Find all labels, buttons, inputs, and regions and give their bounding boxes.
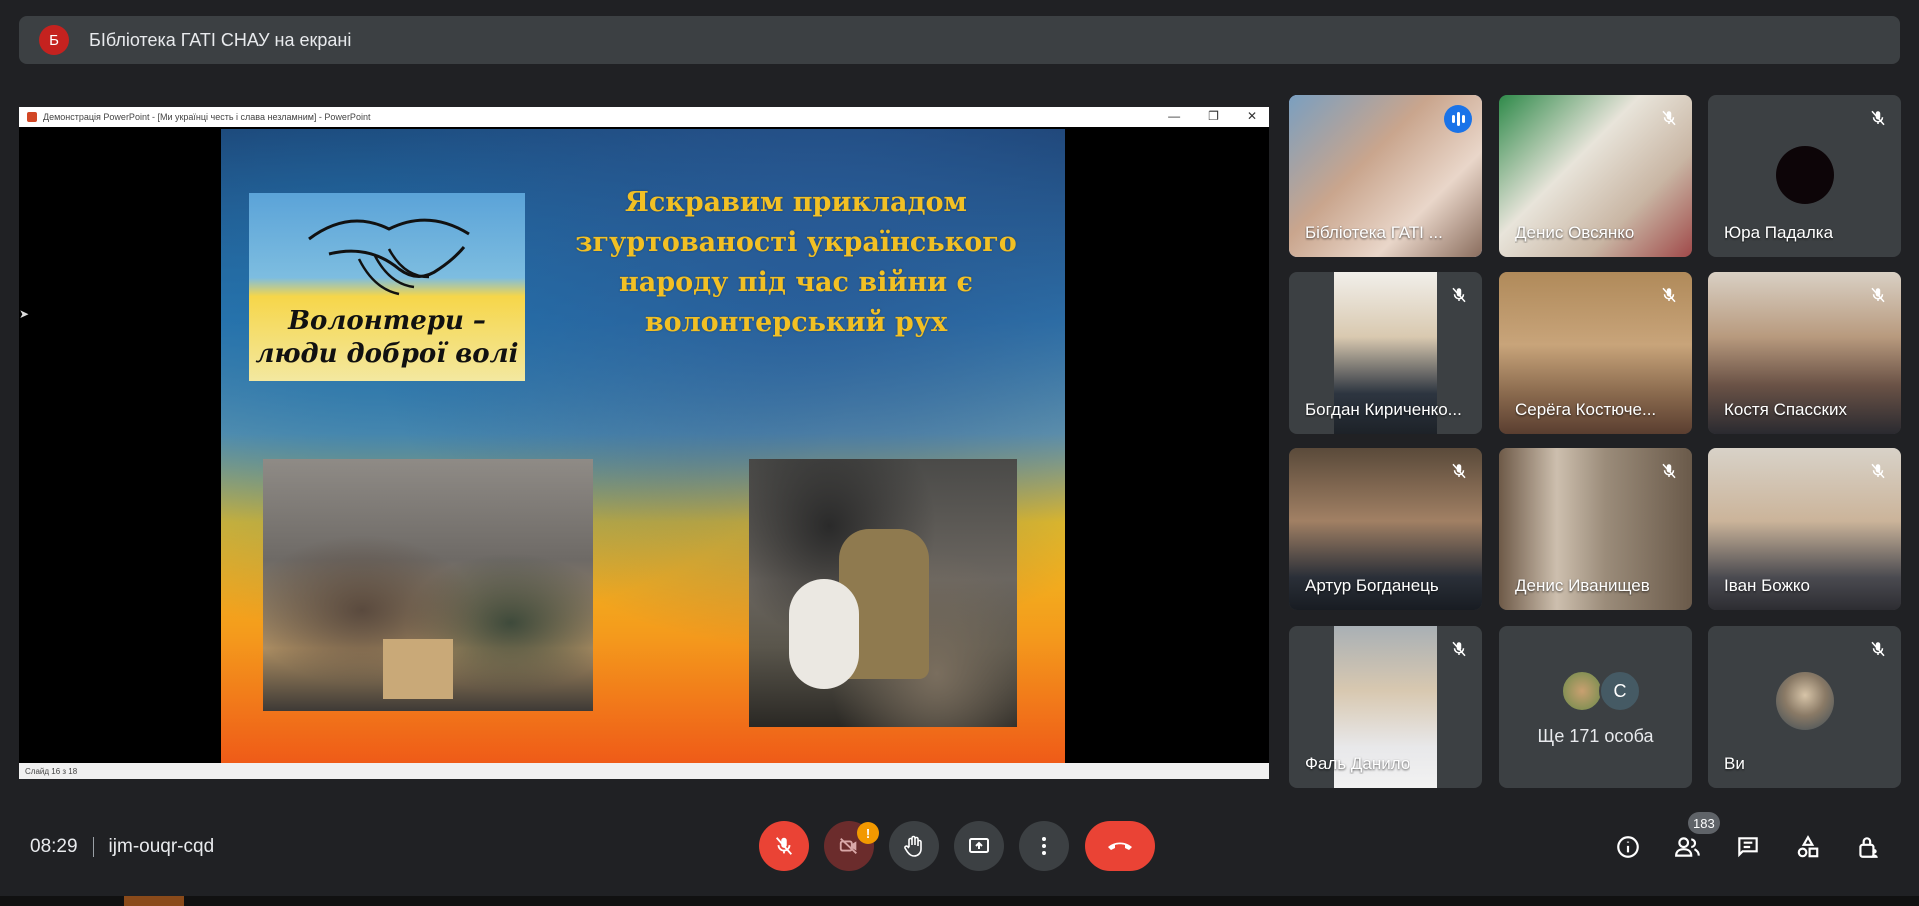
participant-tile[interactable]: Серёга Костюче... <box>1499 272 1692 434</box>
shared-screen[interactable]: Демонстрація PowerPoint - [Ми українці ч… <box>19 107 1269 779</box>
mouse-cursor-icon: ➤ <box>19 307 30 321</box>
close-icon: ✕ <box>1246 109 1257 123</box>
present-screen-button[interactable] <box>954 821 1004 871</box>
participant-tile[interactable]: Богдан Кириченко... <box>1289 272 1482 434</box>
other-avatar-letter: С <box>1599 670 1641 712</box>
mic-toggle-button[interactable] <box>759 821 809 871</box>
other-avatar <box>1561 670 1603 712</box>
activities-button[interactable] <box>1792 831 1824 863</box>
participant-tile[interactable]: Ви <box>1708 626 1901 788</box>
divider <box>92 837 94 857</box>
mic-off-icon <box>1656 282 1682 308</box>
people-button[interactable] <box>1672 831 1704 863</box>
presentation-slide: Волонтери – люди доброї волі Яскравим пр… <box>221 129 1065 763</box>
participant-name: Костя Спасских <box>1724 400 1847 419</box>
slide-headline: Яскравим прикладом згуртованості українс… <box>575 187 1017 338</box>
participant-tile[interactable]: Артур Богданець <box>1289 448 1482 610</box>
meeting-info: 08:29 ijm-ouqr-cqd <box>30 836 214 858</box>
lock-person-icon <box>1859 837 1878 858</box>
info-icon <box>1617 836 1639 858</box>
others-avatars: С <box>1561 670 1641 712</box>
restore-icon: ❐ <box>1208 109 1219 123</box>
end-call-icon <box>1108 842 1132 850</box>
presenting-title: БІбліотека ГАТІ СНАУ на екрані <box>89 29 352 50</box>
mic-off-icon <box>1865 458 1891 484</box>
more-options-button[interactable] <box>1019 821 1069 871</box>
dog-figure <box>789 579 859 689</box>
rescue-dog-photo <box>749 459 1017 727</box>
card-line-1: Волонтери – <box>288 306 486 336</box>
participant-avatar <box>1776 146 1834 204</box>
chat-icon <box>1738 837 1758 858</box>
powerpoint-icon <box>27 112 37 122</box>
participant-name: Бібліотека ГАТІ ... <box>1305 223 1443 242</box>
mic-off-icon <box>1446 458 1472 484</box>
mic-off-icon <box>1656 105 1682 131</box>
participant-name: Богдан Кириченко... <box>1305 400 1462 419</box>
powerpoint-titlebar: Демонстрація PowerPoint - [Ми українці ч… <box>19 107 1269 127</box>
participant-name: Юра Падалка <box>1724 223 1834 242</box>
participant-tile[interactable]: Іван Божко <box>1708 448 1901 610</box>
participant-name: Ви <box>1724 754 1745 773</box>
chat-button[interactable] <box>1732 831 1764 863</box>
meeting-code: ijm-ouqr-cqd <box>108 836 215 857</box>
participant-tile[interactable]: Денис Иванищев <box>1499 448 1692 610</box>
people-icon <box>1675 837 1700 857</box>
host-controls-button[interactable] <box>1852 831 1884 863</box>
slide-counter: Слайд 16 з 18 <box>25 766 78 776</box>
handshake-icon <box>308 218 470 296</box>
minimize-icon: — <box>1168 109 1181 123</box>
cardboard-box <box>383 639 453 699</box>
present-icon <box>969 838 989 853</box>
participant-tile[interactable]: Костя Спасских <box>1708 272 1901 434</box>
participant-name: Серёга Костюче... <box>1515 400 1657 419</box>
mic-off-icon <box>1446 282 1472 308</box>
leave-call-button[interactable] <box>1085 821 1155 871</box>
participant-name: Іван Божко <box>1724 576 1811 595</box>
presenter-avatar: Б <box>39 25 69 55</box>
card-line-2: люди доброї волі <box>255 339 519 369</box>
camera-warning-badge: ! <box>857 822 879 844</box>
mic-off-icon <box>775 837 793 855</box>
participant-name: Артур Богданець <box>1305 576 1439 595</box>
camera-off-icon <box>839 837 857 855</box>
powerpoint-statusbar: Слайд 16 з 18 <box>19 763 1269 779</box>
mic-off-icon <box>1446 636 1472 662</box>
mic-off-icon <box>1865 105 1891 131</box>
participant-name: Фаль Данило <box>1305 754 1411 773</box>
self-avatar <box>1776 672 1834 730</box>
mic-off-icon <box>1865 282 1891 308</box>
activities-icon <box>1797 835 1819 858</box>
presenting-banner: Б БІбліотека ГАТІ СНАУ на екрані <box>19 16 1900 64</box>
others-count-label: Ще 171 особа <box>1537 726 1654 746</box>
taskbar-app[interactable] <box>124 896 184 906</box>
mic-off-icon <box>1656 458 1682 484</box>
participant-tile[interactable]: Фаль Данило <box>1289 626 1482 788</box>
mic-off-icon <box>1865 636 1891 662</box>
participant-tile[interactable]: С Ще 171 особа <box>1499 626 1692 788</box>
participant-name: Денис Овсянко <box>1515 223 1635 242</box>
volunteers-photo <box>263 459 593 711</box>
participant-tile[interactable]: Юра Падалка <box>1708 95 1901 257</box>
volunteers-card: Волонтери – люди доброї волі <box>249 193 525 381</box>
speaking-indicator-icon <box>1444 105 1472 133</box>
os-taskbar <box>0 896 1919 906</box>
more-vert-icon <box>1042 837 1046 855</box>
participant-tile[interactable]: Денис Овсянко <box>1499 95 1692 257</box>
meeting-details-button[interactable] <box>1612 831 1644 863</box>
clock-time: 08:29 <box>30 836 78 857</box>
hand-icon <box>904 835 922 857</box>
participants-count-badge: 183 <box>1688 812 1720 834</box>
raise-hand-button[interactable] <box>889 821 939 871</box>
participant-name: Денис Иванищев <box>1515 576 1650 595</box>
participant-tile[interactable]: Бібліотека ГАТІ ... <box>1289 95 1482 257</box>
powerpoint-window-title: Демонстрація PowerPoint - [Ми українці ч… <box>43 112 371 122</box>
